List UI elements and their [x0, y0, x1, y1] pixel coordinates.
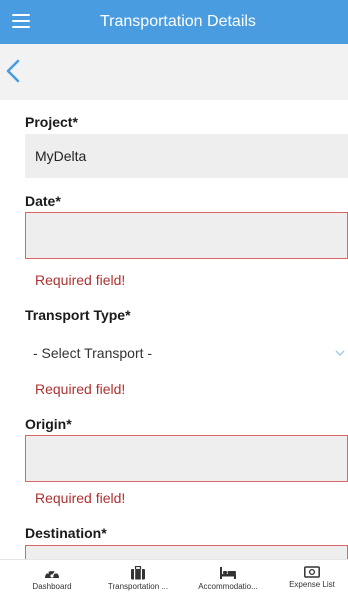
date-field[interactable]: [25, 212, 348, 259]
nav-dashboard-label: Dashboard: [32, 582, 72, 591]
transport-type-label: Transport Type*: [25, 307, 131, 323]
origin-error: Required field!: [35, 490, 126, 506]
chevron-left-icon[interactable]: [4, 59, 22, 83]
date-error: Required field!: [35, 272, 126, 288]
hamburger-menu-icon[interactable]: [12, 14, 30, 28]
bed-icon: [220, 567, 236, 579]
app-bar: Transportation Details: [0, 0, 348, 44]
nav-expense-list-label: Expense List: [289, 580, 335, 589]
navigation-bar: [0, 44, 348, 100]
destination-label: Destination*: [25, 525, 107, 541]
briefcase-icon: [131, 566, 145, 580]
project-label: Project*: [25, 114, 78, 130]
project-field[interactable]: MyDelta: [25, 134, 348, 178]
transport-type-select[interactable]: - Select Transport -: [25, 336, 348, 370]
nav-transportation-label: Transportation ...: [107, 582, 169, 591]
cash-icon: [304, 566, 320, 578]
date-label: Date*: [25, 193, 61, 209]
destination-field[interactable]: [25, 545, 348, 559]
nav-accommodation-label: Accommodatio...: [198, 582, 258, 591]
nav-expense-list[interactable]: Expense List: [282, 560, 342, 600]
project-value: MyDelta: [35, 148, 87, 164]
origin-field[interactable]: [25, 435, 348, 482]
dashboard-gauge-icon: [45, 569, 59, 578]
bottom-navigation: Dashboard Transportation ... Accommodati…: [0, 559, 348, 599]
transport-type-error: Required field!: [35, 381, 126, 397]
nav-transportation[interactable]: Transportation ...: [98, 560, 178, 600]
transport-type-value: - Select Transport -: [33, 345, 153, 361]
nav-dashboard[interactable]: Dashboard: [22, 560, 82, 600]
origin-label: Origin*: [25, 416, 72, 432]
page-title: Transportation Details: [100, 13, 256, 30]
chevron-down-icon: [335, 350, 345, 356]
nav-accommodation[interactable]: Accommodatio...: [188, 560, 268, 600]
